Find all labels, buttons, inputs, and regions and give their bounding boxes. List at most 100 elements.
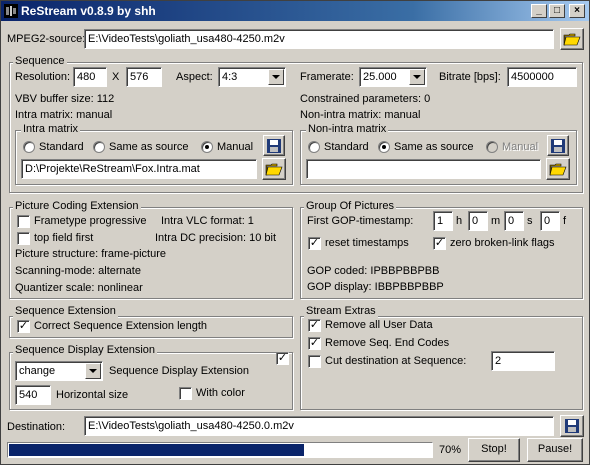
intra-vlc-format: Intra VLC format: 1	[161, 215, 254, 227]
sequence-display-mode-value: change	[19, 365, 56, 377]
minimize-button[interactable]: _	[531, 4, 547, 18]
gop-hours-field[interactable]: 1	[433, 211, 453, 231]
sequence-group-title: Sequence	[13, 55, 67, 68]
intra-browse-button[interactable]	[262, 158, 286, 180]
resolution-x-label: X	[112, 71, 120, 83]
zero-broken-link-checkbox[interactable]: ✓	[433, 237, 446, 250]
gop-coded: GOP coded: IPBBPBBPBB	[307, 265, 440, 277]
nonintra-save-button[interactable]	[547, 135, 569, 156]
progress-fill	[9, 444, 304, 456]
title-bar[interactable]: ReStream v0.8.9 by shh _ □ ×	[1, 1, 589, 21]
resolution-width-field[interactable]: 480	[73, 67, 107, 87]
picture-structure: Picture structure: frame-picture	[15, 248, 166, 260]
frametype-progressive-checkbox[interactable]	[17, 215, 30, 228]
top-field-first-checkbox[interactable]	[17, 232, 30, 245]
gop-hours-unit: h	[456, 215, 463, 227]
source-path-field[interactable]: E:\VideoTests\goliath_usa480-4250.m2v	[84, 29, 554, 49]
pause-button[interactable]: Pause!	[527, 438, 583, 462]
nonintra-browse-button[interactable]	[546, 158, 570, 180]
constrained-parameters: Constrained parameters: 0	[300, 93, 431, 105]
destination-save-button[interactable]	[560, 415, 584, 437]
remove-end-codes-checkbox[interactable]: ✓	[308, 337, 321, 350]
nonintra-manual-radio[interactable]	[486, 141, 498, 153]
intra-standard-label: Standard	[39, 141, 84, 153]
nonintra-matrix-title: Non-intra matrix	[306, 123, 389, 136]
floppy-disk-icon	[565, 419, 579, 433]
floppy-disk-icon	[551, 139, 565, 153]
correct-sequence-extension-checkbox[interactable]: ✓	[17, 320, 30, 333]
progress-percent: 70%	[439, 444, 462, 456]
intra-same-radio[interactable]	[93, 141, 105, 153]
bitrate-field[interactable]: 4500000	[507, 67, 577, 87]
maximize-button[interactable]: □	[549, 4, 565, 18]
gop-minutes-field[interactable]: 0	[468, 211, 488, 231]
quantizer-scale: Quantizer scale: nonlinear	[15, 282, 143, 294]
with-color-label: With color	[196, 387, 245, 399]
with-color-checkbox[interactable]	[179, 387, 192, 400]
intra-standard-radio[interactable]	[23, 141, 35, 153]
nonintra-matrix-path-field[interactable]	[306, 159, 541, 179]
cut-destination-label: Cut destination at Sequence:	[325, 355, 467, 367]
folder-open-icon	[563, 33, 581, 46]
framerate-select[interactable]: 25.000	[359, 67, 427, 87]
nonintra-matrix-info: Non-intra matrix: manual	[300, 109, 421, 121]
gop-seconds-field[interactable]: 0	[504, 211, 524, 231]
floppy-disk-icon	[267, 139, 281, 153]
first-gop-timestamp-label: First GOP-timestamp:	[307, 215, 414, 227]
stop-button[interactable]: Stop!	[468, 438, 520, 462]
intra-matrix-path-field[interactable]: D:\Projekte\ReStream\Fox.Intra.mat	[21, 159, 257, 179]
cut-destination-checkbox[interactable]	[308, 355, 321, 368]
sequence-extension-title: Sequence Extension	[13, 305, 118, 318]
framerate-label: Framerate:	[300, 71, 354, 83]
bitrate-label: Bitrate [bps]:	[439, 71, 501, 83]
cut-sequence-field[interactable]: 2	[491, 351, 555, 371]
intra-matrix-title: Intra matrix	[21, 123, 81, 136]
resolution-height-field[interactable]: 576	[126, 67, 162, 87]
nonintra-standard-label: Standard	[324, 141, 369, 153]
aspect-label: Aspect:	[176, 71, 213, 83]
destination-path-field[interactable]: E:\VideoTests\goliath_usa480-4250.0.m2v	[84, 416, 554, 436]
source-browse-button[interactable]	[560, 28, 584, 50]
close-button[interactable]: ×	[569, 4, 585, 18]
gop-display: GOP display: IBBPBBPBBP	[307, 281, 444, 293]
progress-bar	[7, 442, 433, 458]
aspect-select[interactable]: 4:3	[218, 67, 286, 87]
zero-broken-link-label: zero broken-link flags	[450, 237, 555, 249]
vbv-buffer-size: VBV buffer size: 112	[15, 93, 115, 105]
intra-save-button[interactable]	[263, 135, 285, 156]
remove-user-data-label: Remove all User Data	[325, 319, 433, 331]
remove-end-codes-label: Remove Seq. End Codes	[325, 337, 450, 349]
frametype-progressive-label: Frametype progressive	[34, 215, 147, 227]
horizontal-size-label: Horizontal size	[56, 389, 129, 401]
intra-manual-radio[interactable]	[201, 141, 213, 153]
app-icon	[4, 4, 18, 18]
sequence-display-extension-label: Sequence Display Extension	[109, 365, 250, 377]
nonintra-standard-radio[interactable]	[308, 141, 320, 153]
scanning-mode: Scanning-mode: alternate	[15, 265, 141, 277]
source-label: MPEG2-source:	[7, 33, 86, 45]
top-field-first-label: top field first	[34, 232, 94, 244]
chevron-down-icon[interactable]	[409, 69, 425, 85]
chevron-down-icon[interactable]	[268, 69, 284, 85]
destination-label: Destination:	[7, 421, 66, 433]
correct-sequence-extension-label: Correct Sequence Extension length	[34, 320, 208, 332]
reset-timestamps-checkbox[interactable]: ✓	[308, 237, 321, 250]
sequence-display-extension-title: Sequence Display Extension	[13, 344, 158, 357]
picture-coding-extension-title: Picture Coding Extension	[13, 200, 141, 213]
framerate-value: 25.000	[363, 71, 397, 83]
aspect-value: 4:3	[222, 71, 238, 83]
nonintra-manual-label: Manual	[502, 141, 539, 153]
intra-matrix-info: Intra matrix: manual	[15, 109, 113, 121]
remove-user-data-checkbox[interactable]: ✓	[308, 319, 321, 332]
gop-seconds-unit: s	[527, 215, 533, 227]
sequence-display-enable-checkbox[interactable]: ✓	[276, 352, 289, 365]
group-of-pictures-title: Group Of Pictures	[304, 200, 397, 213]
sequence-display-mode-select[interactable]: change	[15, 361, 103, 381]
chevron-down-icon[interactable]	[85, 363, 101, 379]
gop-frames-field[interactable]: 0	[540, 211, 560, 231]
intra-same-label: Same as source	[109, 141, 189, 153]
folder-open-icon	[265, 163, 283, 176]
nonintra-same-radio[interactable]	[378, 141, 390, 153]
gop-minutes-unit: m	[491, 215, 501, 227]
horizontal-size-field[interactable]: 540	[15, 385, 51, 405]
